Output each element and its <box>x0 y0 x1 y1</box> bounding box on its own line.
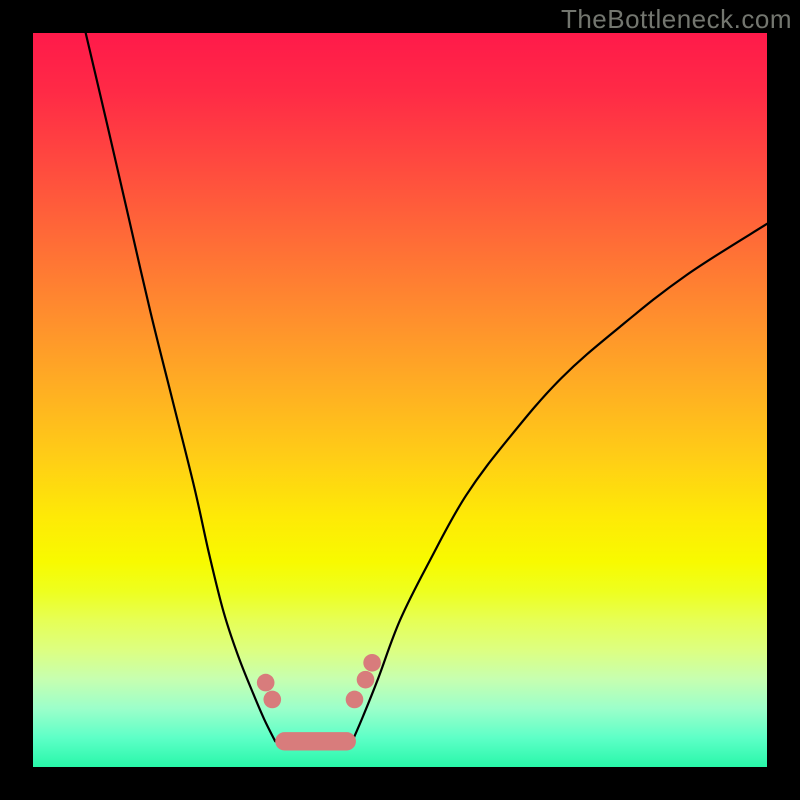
marker-dot <box>357 671 375 689</box>
bottleneck-curve <box>33 33 767 767</box>
marker-dot <box>363 654 381 672</box>
marker-dot <box>257 674 275 692</box>
marker-dot <box>263 691 281 709</box>
watermark-text: TheBottleneck.com <box>561 4 792 35</box>
valley-segment <box>275 732 356 750</box>
curve-right-branch <box>352 224 767 741</box>
curve-left-branch <box>77 33 275 741</box>
marker-dot <box>346 691 364 709</box>
chart-frame: TheBottleneck.com <box>0 0 800 800</box>
